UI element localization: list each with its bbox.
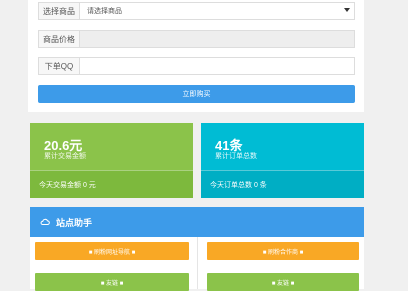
orders-today: 今天订单总数 0 条: [201, 170, 364, 198]
price-row: 商品价格: [38, 30, 355, 48]
orders-count-card: 41条 累计订单总数 今天订单总数 0 条: [201, 123, 364, 198]
qq-row[interactable]: 下单QQ: [38, 57, 355, 75]
nav-link-button[interactable]: ■ 刷粉网址导航 ■: [35, 242, 189, 260]
qq-input[interactable]: [80, 58, 354, 74]
qq-label: 下单QQ: [39, 58, 80, 74]
product-select-row[interactable]: 选择商品 请选择商品: [38, 2, 355, 20]
friend-link-button[interactable]: ■ 友链 ■: [35, 273, 189, 291]
product-select-value: 请选择商品: [87, 8, 122, 15]
price-field: [80, 31, 354, 47]
price-label: 商品价格: [39, 31, 80, 47]
product-select[interactable]: 请选择商品: [80, 3, 354, 19]
buy-now-button[interactable]: 立即购买: [38, 85, 355, 103]
site-helper-header: 站点助手: [30, 207, 364, 237]
helper-divider: [197, 237, 198, 289]
orders-count-label: 累计订单总数: [215, 153, 257, 160]
site-helper-title: 站点助手: [56, 217, 93, 228]
site-helper-panel: 站点助手 ■ 刷粉网址导航 ■ ■ 刷粉合作商 ■ ■ 友链 ■ ■ 友链 ■: [30, 207, 364, 291]
trade-today: 今天交易金额 0 元: [30, 170, 193, 198]
partner-button[interactable]: ■ 刷粉合作商 ■: [207, 242, 359, 260]
trade-amount-label: 累计交易金额: [44, 153, 86, 160]
trade-amount-card: 20.6元 累计交易金额 今天交易金额 0 元: [30, 123, 193, 198]
chevron-down-icon: [344, 8, 350, 12]
cloud-icon: [40, 218, 50, 225]
friend-link-button-2[interactable]: ■ 友链 ■: [207, 273, 359, 291]
product-label: 选择商品: [39, 3, 80, 19]
